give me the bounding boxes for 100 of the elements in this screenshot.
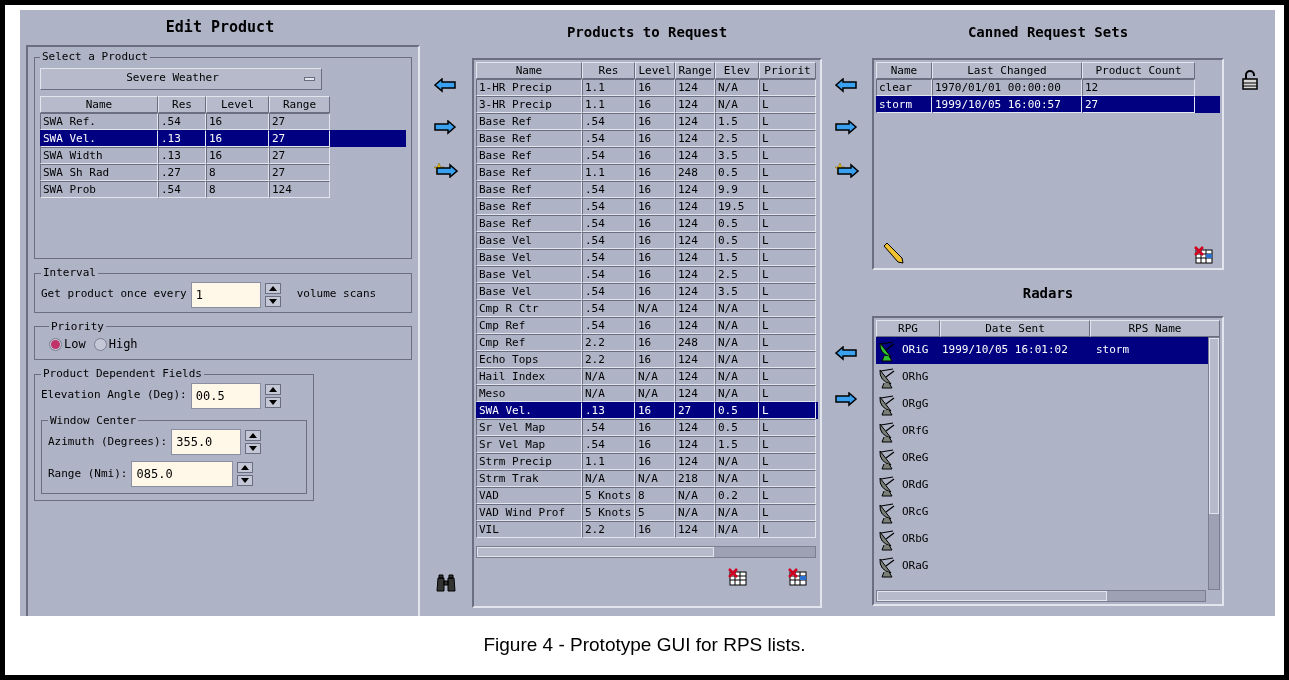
spin-up-button[interactable] bbox=[245, 430, 262, 441]
column-header[interactable]: Name bbox=[40, 95, 158, 113]
column-header[interactable]: Name bbox=[476, 62, 582, 79]
column-header[interactable]: Res bbox=[582, 62, 635, 79]
table-row[interactable]: Base Vel .54 16 124 1.5 L bbox=[476, 249, 818, 266]
star-arrow-icon[interactable] bbox=[434, 162, 458, 178]
radar-row[interactable]: ORfG bbox=[876, 418, 1208, 445]
table-row[interactable]: Base Ref .54 16 124 3.5 L bbox=[476, 147, 818, 164]
radio-option[interactable]: High bbox=[93, 335, 138, 353]
column-header[interactable]: Product Count bbox=[1082, 62, 1195, 79]
star-arrow-icon[interactable] bbox=[835, 162, 859, 178]
left-arrow-icon[interactable] bbox=[835, 78, 859, 94]
table-row[interactable]: 1-HR Precip 1.1 16 124 N/A L bbox=[476, 79, 818, 96]
table-row[interactable]: Cmp R Ctr .54 N/A 124 N/A L bbox=[476, 300, 818, 317]
radar-row[interactable]: OReG bbox=[876, 445, 1208, 472]
radio-option[interactable]: Low bbox=[49, 335, 86, 353]
radar-row[interactable]: ORdG bbox=[876, 472, 1208, 499]
table-row[interactable]: Base Ref .54 16 124 1.5 L bbox=[476, 113, 818, 130]
scrollbar-thumb[interactable] bbox=[877, 591, 1107, 601]
table-row[interactable]: SWA Width .13 16 27 bbox=[40, 146, 406, 164]
column-header[interactable]: Priorit bbox=[759, 62, 816, 79]
lock-icon[interactable] bbox=[1241, 70, 1258, 90]
column-header[interactable]: RPG bbox=[876, 320, 940, 337]
left-arrow-icon[interactable] bbox=[835, 346, 859, 362]
table-row[interactable]: VAD Wind Prof 5 Knots 5 N/A N/A L bbox=[476, 504, 818, 521]
table-row[interactable]: clear 1970/01/01 00:00:00 12 bbox=[876, 79, 1220, 96]
table-row[interactable]: Cmp Ref .54 16 124 N/A L bbox=[476, 317, 818, 334]
delete-table-icon[interactable] bbox=[1194, 246, 1214, 264]
column-header[interactable]: Range bbox=[675, 62, 715, 79]
right-arrow-icon[interactable] bbox=[835, 392, 859, 408]
column-header[interactable]: Res bbox=[158, 95, 206, 113]
number-field[interactable]: 1 bbox=[190, 281, 261, 308]
table-row[interactable]: Sr Vel Map .54 16 124 1.5 L bbox=[476, 436, 818, 453]
delete-table-icon[interactable] bbox=[788, 568, 808, 586]
table-row[interactable]: Base Ref .54 16 124 9.9 L bbox=[476, 181, 818, 198]
table-row[interactable]: 3-HR Precip 1.1 16 124 N/A L bbox=[476, 96, 818, 113]
table-row[interactable]: Cmp Ref 2.2 16 248 N/A L bbox=[476, 334, 818, 351]
table-row[interactable]: Base Vel .54 16 124 2.5 L bbox=[476, 266, 818, 283]
table-row[interactable]: Hail Index N/A N/A 124 N/A L bbox=[476, 368, 818, 385]
spin-down-button[interactable] bbox=[237, 475, 254, 486]
vertical-scrollbar[interactable] bbox=[1208, 337, 1220, 590]
table-cell: Strm Precip bbox=[476, 453, 582, 470]
table-row[interactable]: storm 1999/10/05 16:00:57 27 bbox=[876, 96, 1220, 113]
scrollbar-thumb[interactable] bbox=[477, 547, 714, 557]
number-field[interactable]: 00.5 bbox=[190, 382, 261, 409]
table-row[interactable]: Base Vel .54 16 124 0.5 L bbox=[476, 232, 818, 249]
table-row[interactable]: SWA Sh Rad .27 8 27 bbox=[40, 163, 406, 181]
table-row[interactable]: Base Ref .54 16 124 19.5 L bbox=[476, 198, 818, 215]
column-header[interactable]: Last Changed bbox=[932, 62, 1082, 79]
table-row[interactable]: Strm Precip 1.1 16 124 N/A L bbox=[476, 453, 818, 470]
delete-table-icon[interactable] bbox=[728, 568, 748, 586]
spin-down-button[interactable] bbox=[264, 396, 281, 408]
radio-button[interactable] bbox=[49, 337, 62, 351]
column-header[interactable]: Name bbox=[876, 62, 932, 79]
table-cell: .54 bbox=[582, 300, 635, 317]
table-row[interactable]: Sr Vel Map .54 16 124 0.5 L bbox=[476, 419, 818, 436]
horizontal-scrollbar[interactable] bbox=[476, 546, 816, 558]
table-row[interactable]: SWA Vel. .13 16 27 0.5 L bbox=[476, 402, 818, 419]
table-row[interactable]: SWA Vel. .13 16 27 bbox=[40, 129, 406, 147]
table-row[interactable]: SWA Ref. .54 16 27 bbox=[40, 112, 406, 130]
table-row[interactable]: SWA Prob .54 8 124 bbox=[40, 180, 406, 198]
radio-button[interactable] bbox=[93, 337, 107, 351]
spin-down-button[interactable] bbox=[264, 295, 281, 307]
radar-name: OReG bbox=[902, 450, 930, 467]
pencil-icon[interactable] bbox=[882, 242, 904, 264]
column-header[interactable]: Range bbox=[269, 95, 330, 113]
table-row[interactable]: Base Vel .54 16 124 3.5 L bbox=[476, 283, 818, 300]
column-header[interactable]: Level bbox=[206, 95, 269, 113]
column-header[interactable]: Level bbox=[635, 62, 675, 79]
column-header[interactable]: RPS Name bbox=[1090, 320, 1220, 337]
table-row[interactable]: Base Ref .54 16 124 0.5 L bbox=[476, 215, 818, 232]
left-arrow-icon[interactable] bbox=[434, 78, 458, 94]
radar-row[interactable]: ORhG bbox=[876, 364, 1208, 391]
radar-row[interactable]: ORcG bbox=[876, 499, 1208, 526]
table-row[interactable]: Meso N/A N/A 124 N/A L bbox=[476, 385, 818, 402]
column-header[interactable]: Elev bbox=[715, 62, 759, 79]
table-row[interactable]: Base Ref .54 16 124 2.5 L bbox=[476, 130, 818, 147]
radar-row[interactable]: ORaG bbox=[876, 553, 1208, 580]
number-field[interactable]: 355.0 bbox=[171, 429, 242, 455]
dropdown[interactable]: Severe Weather bbox=[40, 67, 322, 90]
radar-row[interactable]: ORgG bbox=[876, 391, 1208, 418]
right-arrow-icon[interactable] bbox=[835, 120, 859, 136]
table-row[interactable]: Strm Trak N/A N/A 218 N/A L bbox=[476, 470, 818, 487]
spin-up-button[interactable] bbox=[237, 462, 254, 473]
number-field[interactable]: 085.0 bbox=[131, 461, 234, 487]
right-arrow-icon[interactable] bbox=[434, 120, 458, 136]
radar-row[interactable]: ORbG bbox=[876, 526, 1208, 553]
binoculars-icon[interactable] bbox=[436, 574, 456, 592]
radar-row[interactable]: ORiG 1999/10/05 16:01:02 storm bbox=[876, 337, 1208, 364]
table-row[interactable]: VIL 2.2 16 124 N/A L bbox=[476, 521, 818, 538]
column-header[interactable]: Date Sent bbox=[940, 320, 1090, 337]
table-row[interactable]: VAD 5 Knots 8 N/A 0.2 L bbox=[476, 487, 818, 504]
table-row[interactable]: Echo Tops 2.2 16 124 N/A L bbox=[476, 351, 818, 368]
scrollbar-thumb[interactable] bbox=[1209, 338, 1219, 514]
table-cell: 124 bbox=[675, 453, 715, 470]
spin-up-button[interactable] bbox=[264, 282, 281, 294]
table-row[interactable]: Base Ref 1.1 16 248 0.5 L bbox=[476, 164, 818, 181]
spin-up-button[interactable] bbox=[264, 383, 281, 395]
horizontal-scrollbar[interactable] bbox=[876, 590, 1206, 602]
spin-down-button[interactable] bbox=[245, 443, 262, 454]
